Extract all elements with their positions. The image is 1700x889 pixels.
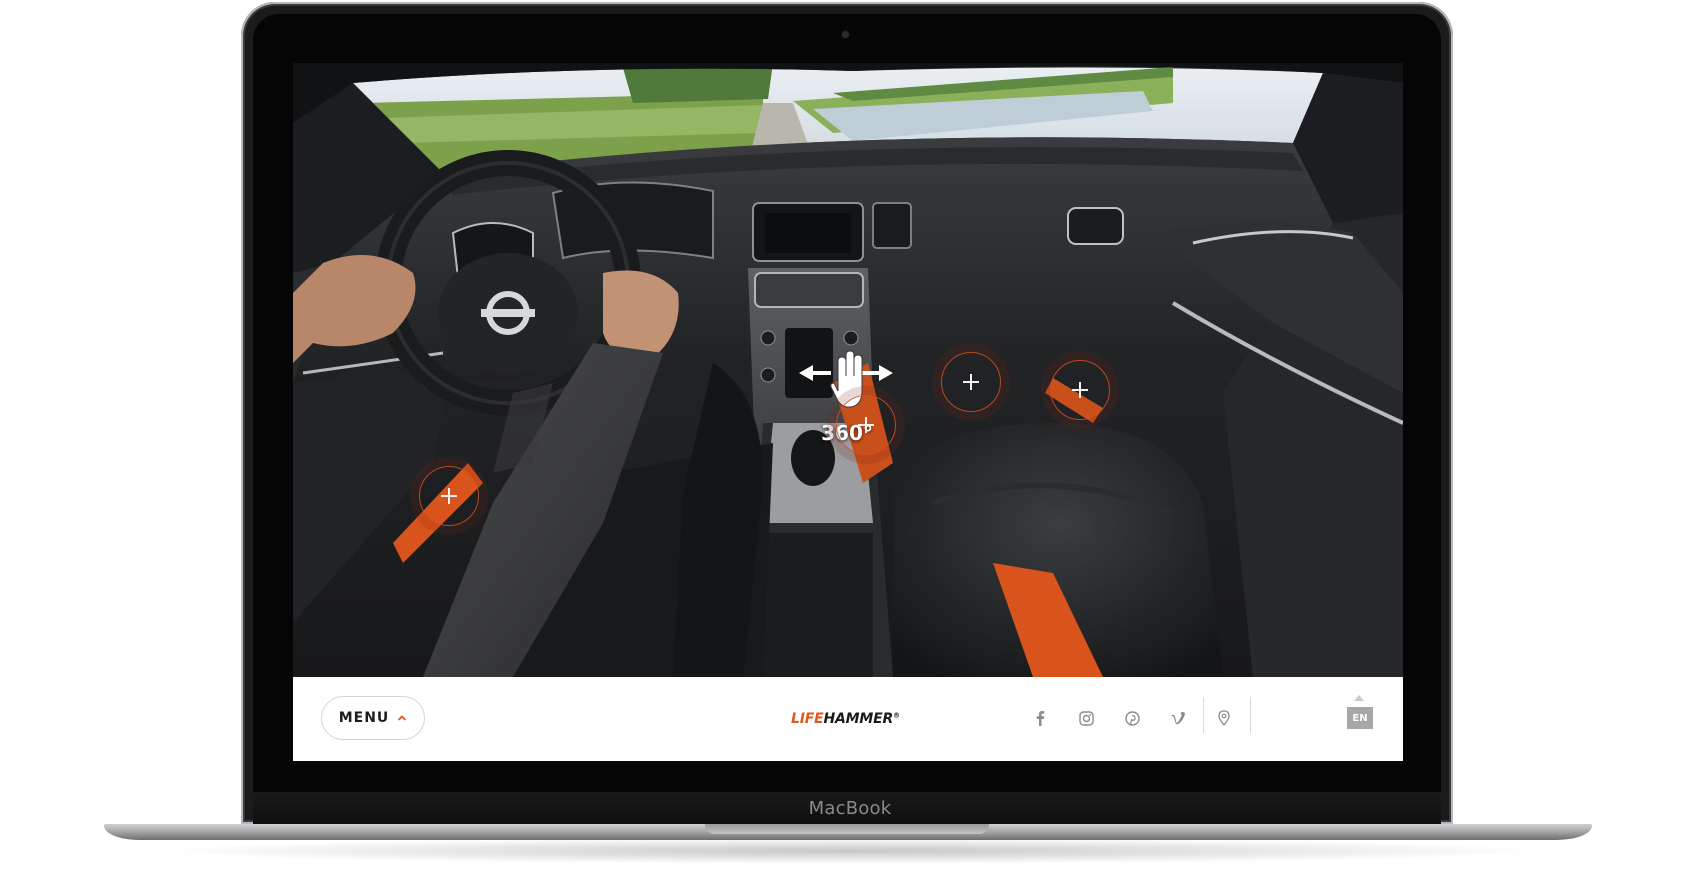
hotspot-driver-door[interactable] bbox=[419, 466, 479, 526]
hotspot-passenger-footwell[interactable] bbox=[941, 352, 1001, 412]
caret-up-icon bbox=[1354, 695, 1364, 701]
footer-divider bbox=[1250, 697, 1251, 733]
pinterest-icon bbox=[1124, 710, 1140, 726]
site-footer-bar: MENU LIFEHAMMER® EN bbox=[293, 677, 1403, 761]
laptop-shadow bbox=[150, 838, 1550, 864]
chevron-up-icon bbox=[398, 715, 407, 721]
store-locator-link[interactable] bbox=[1213, 707, 1235, 729]
laptop-hinge-notch bbox=[705, 824, 989, 834]
pinterest-link[interactable] bbox=[1121, 707, 1143, 729]
menu-button[interactable]: MENU bbox=[321, 696, 425, 740]
screen: 360° MENU LIFEHAMMER® EN bbox=[293, 63, 1403, 761]
camera-icon bbox=[842, 31, 849, 38]
hand-drag-icon bbox=[799, 350, 893, 408]
instagram-icon bbox=[1078, 710, 1094, 726]
panorama-viewer[interactable]: 360° bbox=[293, 63, 1403, 677]
footer-divider bbox=[1203, 697, 1204, 733]
map-pin-icon bbox=[1218, 710, 1230, 726]
hotspot-passenger-door[interactable] bbox=[1050, 360, 1110, 420]
vimeo-link[interactable] bbox=[1167, 707, 1189, 729]
instagram-link[interactable] bbox=[1075, 707, 1097, 729]
language-selector[interactable]: EN bbox=[1347, 707, 1373, 729]
logo-part-life: LIFE bbox=[791, 711, 824, 727]
lifehammer-logo[interactable]: LIFEHAMMER® bbox=[791, 711, 909, 731]
device-brand-label: MacBook bbox=[808, 798, 892, 819]
hotspot-center-console[interactable] bbox=[836, 395, 896, 455]
facebook-icon bbox=[1036, 711, 1045, 726]
vimeo-icon bbox=[1171, 711, 1185, 725]
logo-part-hammer: HAMMER bbox=[823, 711, 894, 727]
logo-registered-mark: ® bbox=[893, 711, 900, 720]
menu-label: MENU bbox=[338, 710, 390, 726]
facebook-link[interactable] bbox=[1029, 707, 1051, 729]
